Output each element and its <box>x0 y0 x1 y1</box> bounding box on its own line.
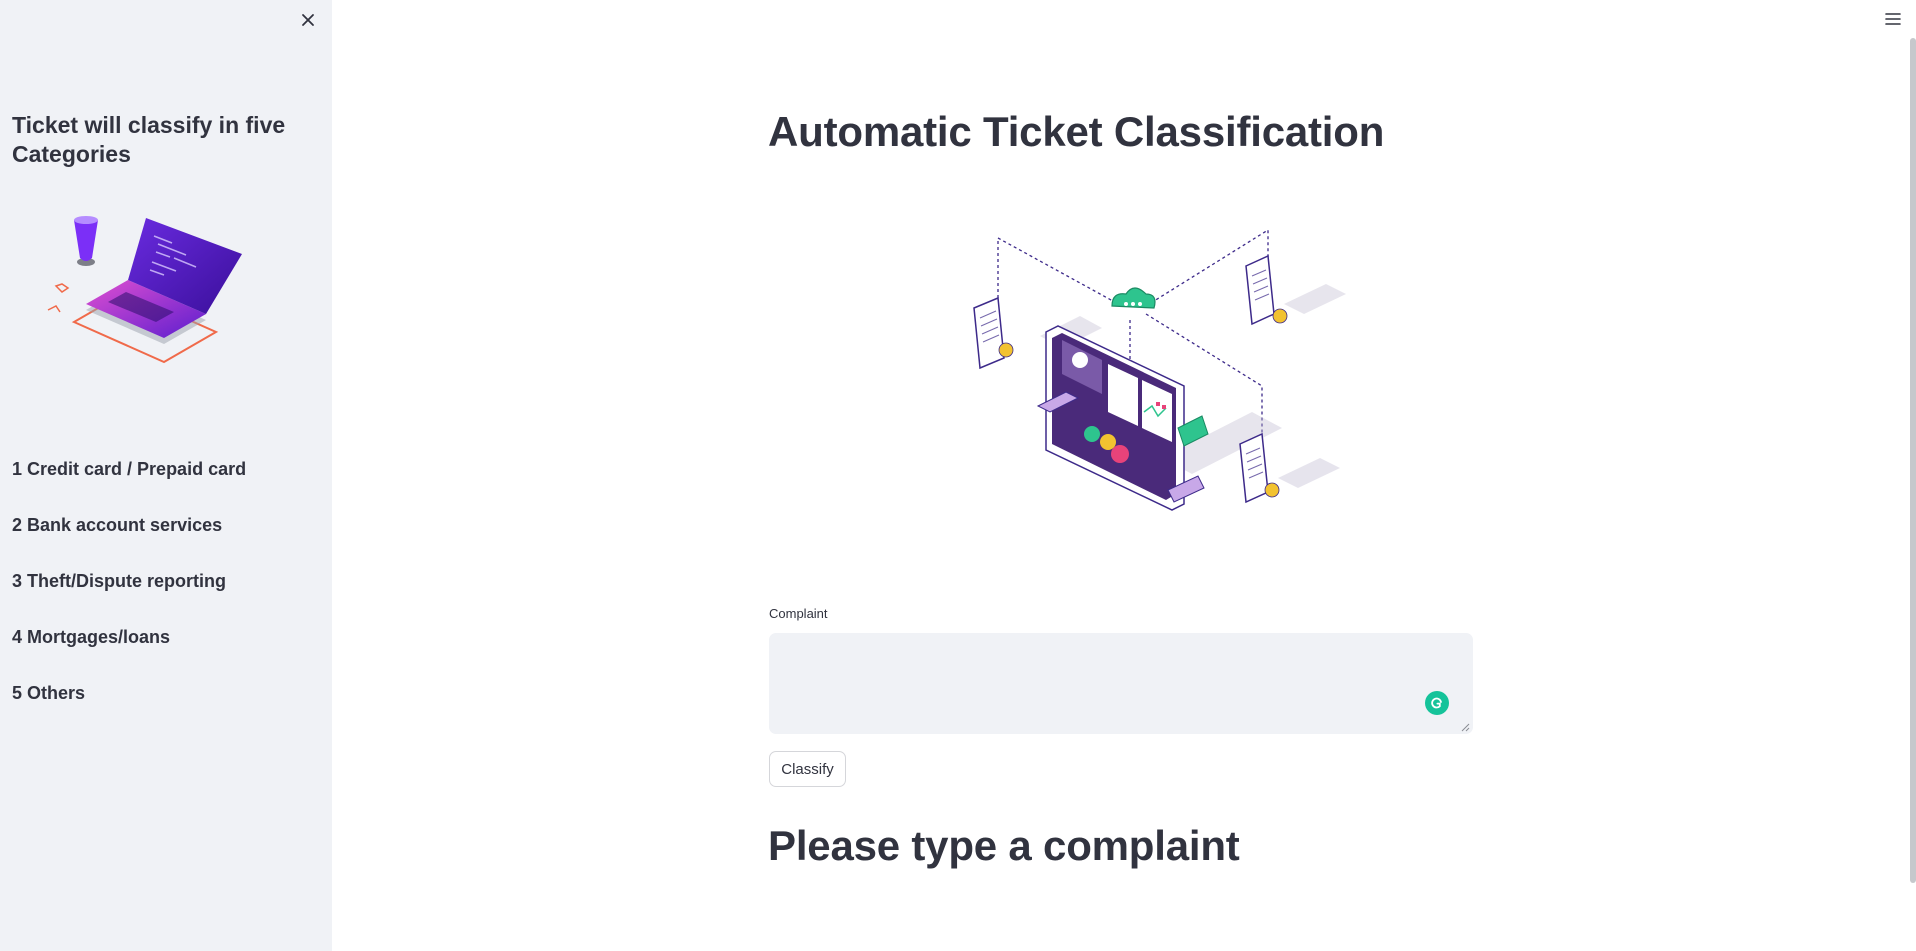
complaint-input[interactable] <box>770 634 1472 733</box>
classify-button[interactable]: Classify <box>769 751 846 787</box>
close-sidebar-button[interactable] <box>296 8 320 32</box>
page-scrollbar[interactable] <box>1910 38 1916 883</box>
laptop-illustration <box>47 216 242 364</box>
category-item: 5 Others <box>12 683 86 703</box>
page-title: Automatic Ticket Classification <box>768 108 1385 155</box>
hamburger-menu-icon <box>1885 13 1901 25</box>
category-item: 1 Credit card / Prepaid card <box>12 459 247 479</box>
close-icon <box>302 14 314 26</box>
category-item: 4 Mortgages/loans <box>12 627 171 647</box>
complaint-input-wrapper <box>769 633 1473 734</box>
category-item: 3 Theft/Dispute reporting <box>12 571 227 591</box>
sidebar-title: Ticket will classify in five Categories <box>12 112 286 167</box>
network-dashboard-illustration <box>973 228 1346 511</box>
category-item: 2 Bank account services <box>12 515 223 535</box>
grammarly-icon[interactable] <box>1425 691 1449 715</box>
main-menu-button[interactable] <box>1880 8 1906 30</box>
grammarly-g-icon <box>1431 697 1442 709</box>
resize-handle-icon[interactable] <box>1460 722 1470 732</box>
result-heading: Please type a complaint <box>768 822 1240 869</box>
complaint-label: Complaint <box>769 606 828 621</box>
category-list: 1 Credit card / Prepaid card 2 Bank acco… <box>12 456 246 736</box>
sidebar: Ticket will classify in five Categories … <box>0 0 332 951</box>
